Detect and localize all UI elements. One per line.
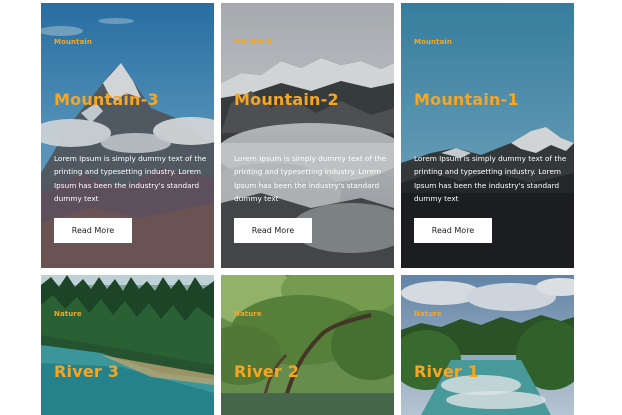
card-title: River 1 — [414, 362, 480, 381]
card-grid: Mountain Mountain-3 Lorem Ipsum is simpl… — [0, 0, 622, 415]
card-title: River 2 — [234, 362, 300, 381]
card-mountain-1[interactable]: Mountain Mountain-1 Lorem Ipsum is simpl… — [401, 3, 574, 268]
card-river-3[interactable]: Nature River 3 — [41, 275, 214, 415]
card-category: Nature — [54, 310, 82, 318]
card-title: Mountain-2 — [234, 90, 339, 109]
card-description: Lorem Ipsum is simply dummy text of the … — [414, 154, 567, 203]
card-content: Mountain Mountain-1 Lorem Ipsum is simpl… — [401, 3, 574, 268]
card-description: Lorem Ipsum is simply dummy text of the … — [234, 154, 387, 203]
card-content: Mountain Mountain-2 Lorem Ipsum is simpl… — [221, 3, 394, 268]
card-river-1[interactable]: Nature River 1 — [401, 275, 574, 415]
card-title: River 3 — [54, 362, 120, 381]
read-more-button[interactable]: Read More — [414, 218, 492, 243]
read-more-button[interactable]: Read More — [234, 218, 312, 243]
card-content: Mountain Mountain-3 Lorem Ipsum is simpl… — [41, 3, 214, 268]
card-category: Mountain — [54, 38, 92, 46]
card-title: Mountain-3 — [54, 90, 159, 109]
card-content: Nature River 3 — [41, 275, 214, 415]
card-content: Nature River 1 — [401, 275, 574, 415]
card-category: Nature — [414, 310, 442, 318]
card-title: Mountain-1 — [414, 90, 519, 109]
card-category: Mountain — [234, 38, 272, 46]
card-category: Mountain — [414, 38, 452, 46]
card-content: Nature River 2 — [221, 275, 394, 415]
read-more-button[interactable]: Read More — [54, 218, 132, 243]
card-mountain-2[interactable]: Mountain Mountain-2 Lorem Ipsum is simpl… — [221, 3, 394, 268]
card-river-2[interactable]: Nature River 2 — [221, 275, 394, 415]
card-mountain-3[interactable]: Mountain Mountain-3 Lorem Ipsum is simpl… — [41, 3, 214, 268]
card-category: Nature — [234, 310, 262, 318]
card-description: Lorem Ipsum is simply dummy text of the … — [54, 154, 207, 203]
